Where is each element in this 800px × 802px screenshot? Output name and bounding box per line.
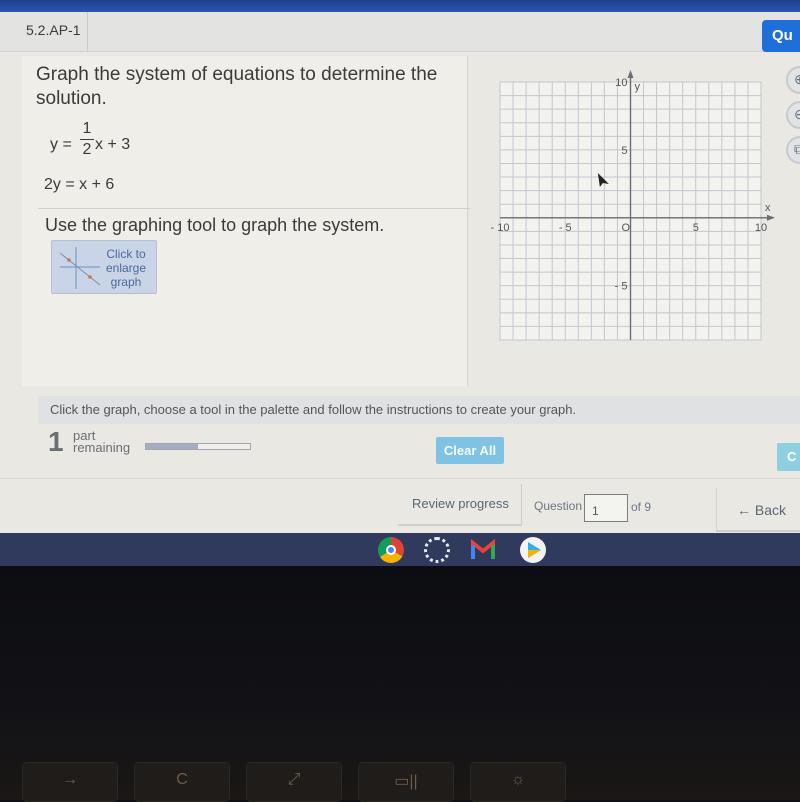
graph-area[interactable]: x y O - 10 - 5 5 10 10 5 - 5 (476, 70, 776, 360)
graph-thumbnail-icon (59, 247, 101, 289)
gmail-icon[interactable] (470, 537, 496, 563)
section-divider (38, 208, 470, 209)
y-tick-label: 10 (615, 77, 627, 89)
fraction-numerator: 1 (82, 120, 92, 137)
screen: 5.2.AP-1 Qu Graph the system of equation… (0, 0, 800, 566)
zoom-out-icon[interactable]: ⊖ (786, 101, 800, 129)
progress-fill (146, 444, 198, 449)
parts-remaining-count: 1 (48, 426, 64, 457)
footer-divider (0, 478, 800, 479)
fraction-bar (80, 139, 94, 140)
y-tick-label: 5 (621, 145, 627, 157)
x-axis-label: x (765, 202, 771, 214)
zoom-in-icon[interactable]: ⊕ (786, 66, 800, 94)
x-tick-label: - 10 (491, 222, 510, 234)
question-number-input[interactable] (584, 494, 628, 522)
question-id-tab: 5.2.AP-1 (20, 12, 88, 52)
os-shelf (0, 533, 800, 566)
question-label: Question (534, 499, 583, 513)
play-store-icon[interactable] (520, 537, 546, 563)
chrome-icon[interactable] (378, 537, 404, 563)
enlarge-graph-button[interactable]: Click to enlarge graph (51, 240, 157, 294)
keyboard-key-brightness: ☼ (470, 762, 566, 802)
question-total-label: of 9 (631, 500, 652, 514)
question-help-button[interactable]: Qu (762, 20, 800, 52)
browser-top-bar (0, 0, 800, 12)
y-tick-label: - 5 (615, 281, 628, 293)
keyboard-key-forward: → (22, 762, 118, 802)
check-answer-button[interactable]: C (777, 443, 800, 471)
parts-remaining-label: part remaining (73, 429, 131, 455)
parts-label-line-2: remaining (73, 440, 131, 455)
equation-1-lhs: y = (50, 136, 72, 153)
coordinate-grid[interactable]: x y O - 10 - 5 5 10 10 5 - 5 (476, 70, 776, 360)
origin-label: O (622, 222, 631, 234)
keyboard-key-fullscreen: ⤢ (246, 762, 342, 802)
review-progress-button[interactable]: Review progress (398, 484, 522, 526)
y-axis-label: y (635, 81, 641, 93)
keyboard-key-refresh: C (134, 762, 230, 802)
x-tick-label: 5 (693, 222, 699, 234)
pop-out-icon[interactable]: ⧉ (786, 136, 800, 164)
instruction-bar: Click the graph, choose a tool in the pa… (38, 396, 800, 424)
enlarge-graph-label: Click to enlarge graph (105, 247, 147, 289)
problem-prompt: Graph the system of equations to determi… (36, 64, 438, 109)
x-axis-arrow (767, 214, 775, 221)
header-strip (0, 12, 800, 52)
keyboard-key-overview: ▭|| (358, 762, 454, 802)
y-axis-arrow (627, 70, 634, 78)
x-tick-label: 10 (755, 222, 767, 234)
equation-1-rhs: x + 3 (95, 136, 131, 153)
progress-bar (145, 443, 251, 450)
graph-instruction: Use the graphing tool to graph the syste… (45, 215, 385, 235)
launcher-icon[interactable] (424, 537, 450, 563)
x-tick-label: - 5 (559, 222, 572, 234)
fraction-denominator: 2 (82, 141, 92, 158)
equation-1-fraction: 1 2 (80, 120, 94, 159)
clear-all-button[interactable]: Clear All (436, 437, 504, 464)
equation-2: 2y = x + 6 (44, 176, 115, 193)
back-button[interactable]: ← Back (716, 488, 800, 532)
